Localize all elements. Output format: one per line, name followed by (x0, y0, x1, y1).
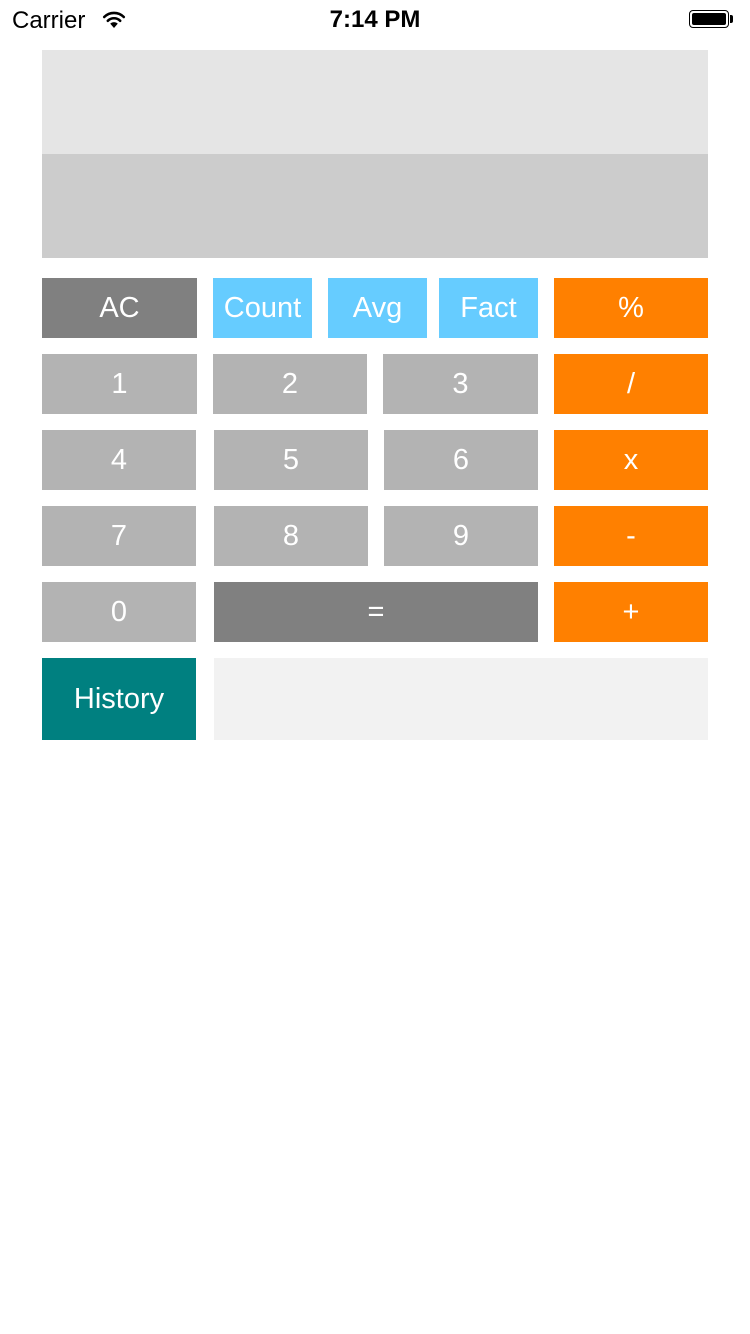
digit-3-button[interactable]: 3 (383, 354, 538, 414)
plus-button[interactable]: + (554, 582, 708, 642)
minus-button[interactable]: - (554, 506, 708, 566)
digit-9-button[interactable]: 9 (384, 506, 538, 566)
status-time: 7:14 PM (329, 6, 421, 33)
digit-6-button[interactable]: 6 (384, 430, 538, 490)
digit-5-button[interactable]: 5 (214, 430, 368, 490)
history-button[interactable]: History (42, 658, 196, 740)
digit-7-button[interactable]: 7 (42, 506, 196, 566)
battery-icon (689, 10, 735, 30)
count-button[interactable]: Count (213, 278, 312, 338)
result-display (42, 154, 708, 258)
fact-button[interactable]: Fact (439, 278, 538, 338)
digit-8-button[interactable]: 8 (214, 506, 368, 566)
clear-button[interactable]: AC (42, 278, 197, 338)
multiply-button[interactable]: x (554, 430, 708, 490)
equals-button[interactable]: = (214, 582, 538, 642)
digit-2-button[interactable]: 2 (213, 354, 367, 414)
status-bar: Carrier 7:14 PM (0, 0, 750, 40)
history-output (214, 658, 708, 740)
digit-4-button[interactable]: 4 (42, 430, 196, 490)
digit-1-button[interactable]: 1 (42, 354, 197, 414)
expression-display (42, 50, 708, 154)
avg-button[interactable]: Avg (328, 278, 427, 338)
digit-0-button[interactable]: 0 (42, 582, 196, 642)
divide-button[interactable]: / (554, 354, 708, 414)
percent-button[interactable]: % (554, 278, 708, 338)
